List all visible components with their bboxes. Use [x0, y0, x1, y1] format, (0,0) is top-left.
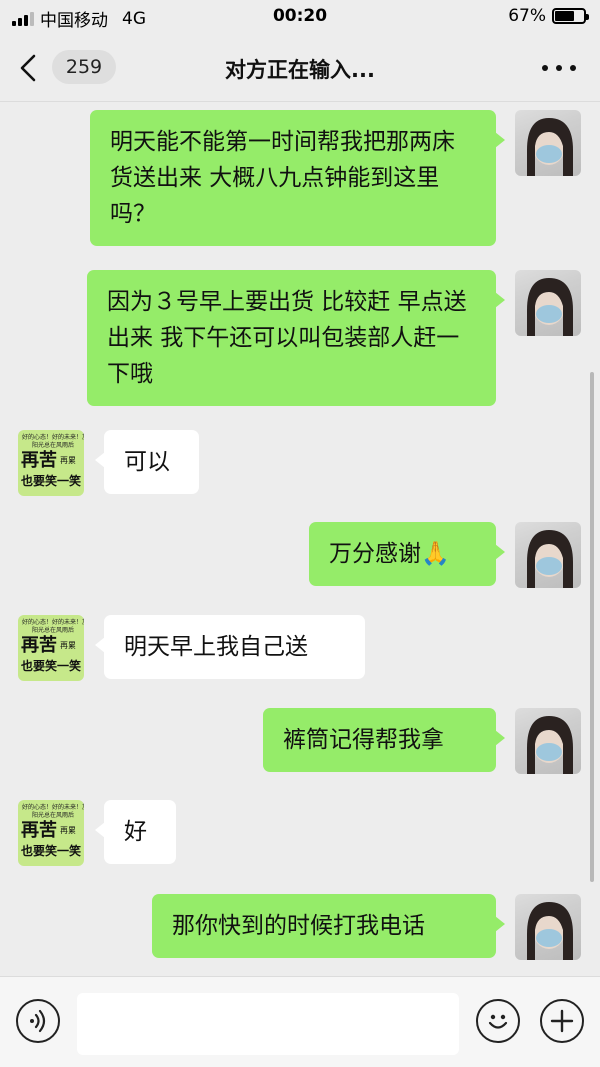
contact-avatar[interactable]: 好的心态！好的未来！加油 阳光总在风雨后 再苦 再累 也要笑一笑	[18, 800, 84, 866]
contact-avatar[interactable]: 好的心态！好的未来！加油 阳光总在风雨后 再苦 再累 也要笑一笑	[18, 615, 84, 681]
my-message-bubble[interactable]: 那你快到的时候打我电话	[152, 894, 505, 958]
scrollbar[interactable]	[590, 372, 594, 882]
contact-message-bubble[interactable]: 明天早上我自己送	[95, 615, 365, 679]
my-avatar[interactable]	[515, 110, 581, 176]
battery-icon	[552, 8, 589, 24]
message-text: 那你快到的时候打我电话	[172, 913, 425, 939]
plus-button[interactable]	[540, 999, 584, 1043]
emoji-button[interactable]	[476, 999, 520, 1043]
message-text: 裤筒记得帮我拿	[283, 727, 444, 753]
message-text: 好	[124, 819, 147, 845]
my-message-bubble[interactable]: 因为３号早上要出货 比较赶 早点送出来 我下午还可以叫包装部人赶一下哦	[87, 270, 505, 406]
message-text: 明天早上我自己送	[124, 634, 308, 660]
avatar-photo	[527, 716, 573, 774]
avatar-photo	[527, 118, 573, 176]
my-avatar[interactable]	[515, 708, 581, 774]
avatar-photo	[527, 530, 573, 588]
my-avatar[interactable]	[515, 522, 581, 588]
battery-info: 67%	[508, 6, 589, 26]
contact-avatar[interactable]: 好的心态！好的未来！加油 阳光总在风雨后 再苦 再累 也要笑一笑	[18, 430, 84, 496]
unread-count-badge[interactable]: 259	[52, 50, 116, 84]
more-button[interactable]	[542, 58, 576, 78]
message-input[interactable]	[77, 993, 459, 1055]
plus-icon	[550, 1009, 574, 1033]
chat-title: 对方正在输入...	[225, 58, 375, 82]
input-bar	[0, 976, 600, 1067]
more-dots-icon	[542, 65, 548, 71]
emoji-icon	[488, 1014, 508, 1029]
my-avatar[interactable]	[515, 270, 581, 336]
contact-message-bubble[interactable]: 好	[95, 800, 176, 864]
my-message-bubble[interactable]: 明天能不能第一时间帮我把那两床货送出来 大概八九点钟能到这里吗？	[90, 110, 505, 246]
back-button[interactable]	[18, 52, 48, 84]
message-text: 万分感谢🙏	[329, 541, 450, 567]
message-text: 因为３号早上要出货 比较赶 早点送出来 我下午还可以叫包装部人赶一下哦	[107, 289, 467, 387]
chevron-left-icon	[20, 54, 36, 82]
my-message-bubble[interactable]: 裤筒记得帮我拿	[263, 708, 505, 772]
avatar-photo	[527, 902, 573, 960]
my-avatar[interactable]	[515, 894, 581, 960]
voice-button[interactable]	[16, 999, 60, 1043]
avatar-photo	[527, 278, 573, 336]
contact-message-bubble[interactable]: 可以	[95, 430, 199, 494]
voice-icon	[30, 1009, 46, 1033]
my-message-bubble[interactable]: 万分感谢🙏	[309, 522, 505, 586]
message-text: 明天能不能第一时间帮我把那两床货送出来 大概八九点钟能到这里吗？	[110, 129, 455, 227]
battery-percent: 67%	[508, 6, 546, 26]
nav-bar: 259 对方正在输入...	[0, 34, 600, 102]
message-text: 可以	[124, 449, 170, 475]
status-bar: 中国移动 4G 00:20 67%	[0, 0, 600, 34]
